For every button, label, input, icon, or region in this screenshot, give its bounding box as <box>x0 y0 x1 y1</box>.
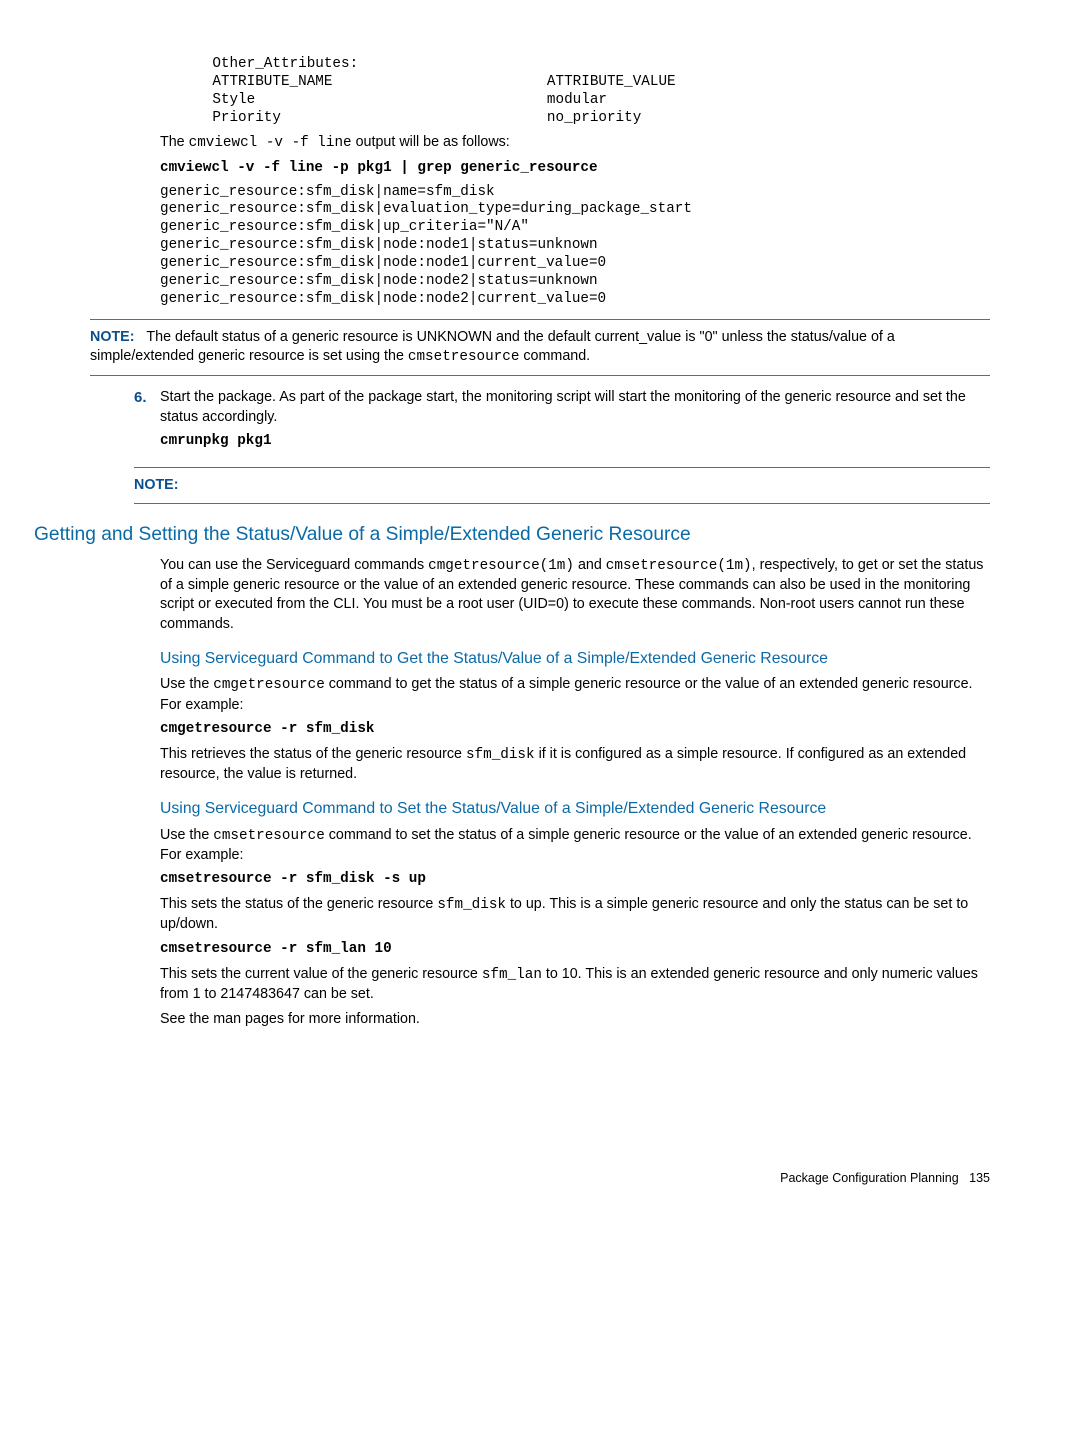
note-cmd: cmsetresource <box>408 349 520 365</box>
note-block-1: NOTE: The default status of a generic re… <box>90 319 990 377</box>
cmrunpkg-cmd: cmrunpkg pkg1 <box>160 433 980 451</box>
other-attributes-block: Other_Attributes: ATTRIBUTE_NAME ATTRIBU… <box>178 56 990 127</box>
footer-page: 135 <box>969 1171 990 1185</box>
cmviewcl-inline: cmviewcl -v -f line <box>189 135 352 151</box>
cmgetresource-cmd: cmgetresource -r sfm_disk <box>160 721 990 739</box>
set-paragraph-1: Use the cmsetresource command to set the… <box>160 826 990 866</box>
text-post: output will be as follows: <box>352 134 510 150</box>
get-paragraph-2: This retrieves the status of the generic… <box>160 745 990 785</box>
cmviewcl-intro: The cmviewcl -v -f line output will be a… <box>160 133 990 153</box>
cmgetresource-inline: cmgetresource <box>213 677 325 693</box>
note-text-2: command. <box>519 348 590 364</box>
step-text: Start the package. As part of the packag… <box>160 388 980 456</box>
subsection-get-heading: Using Serviceguard Command to Get the St… <box>160 648 990 669</box>
subsection-set-heading: Using Serviceguard Command to Set the St… <box>160 798 990 819</box>
sfm-lan-inline: sfm_lan <box>482 967 542 983</box>
set-paragraph-4: See the man pages for more information. <box>160 1010 990 1029</box>
cmsetresource-inline: cmsetresource <box>213 828 325 844</box>
section-heading: Getting and Setting the Status/Value of … <box>34 522 990 548</box>
note-block-2: NOTE: <box>134 467 990 504</box>
text-pre: The <box>160 134 189 150</box>
t: This sets the current value of the gener… <box>160 966 482 982</box>
cmviewcl-command: cmviewcl -v -f line -p pkg1 | grep gener… <box>160 160 990 178</box>
page-footer: Package Configuration Planning 135 <box>90 1170 990 1187</box>
t: This retrieves the status of the generic… <box>160 746 466 762</box>
t: Use the <box>160 827 213 843</box>
sfm-disk-inline: sfm_disk <box>466 747 535 763</box>
section-paragraph: You can use the Serviceguard commands cm… <box>160 556 990 634</box>
cmsetresource-cmd-2: cmsetresource -r sfm_lan 10 <box>160 941 990 959</box>
t: and <box>574 557 606 573</box>
set-paragraph-2: This sets the status of the generic reso… <box>160 895 990 935</box>
cmsetresource-man: cmsetresource(1m) <box>606 558 752 574</box>
note-label: NOTE: <box>90 329 134 345</box>
get-paragraph-1: Use the cmgetresource command to get the… <box>160 675 990 715</box>
step-number: 6. <box>134 388 156 408</box>
footer-text: Package Configuration Planning <box>780 1171 959 1185</box>
step-body: Start the package. As part of the packag… <box>160 389 966 424</box>
cmsetresource-cmd-1: cmsetresource -r sfm_disk -s up <box>160 871 990 889</box>
t: Use the <box>160 676 213 692</box>
set-paragraph-3: This sets the current value of the gener… <box>160 965 990 1005</box>
t: This sets the status of the generic reso… <box>160 896 437 912</box>
cmviewcl-output: generic_resource:sfm_disk|name=sfm_disk … <box>160 184 990 309</box>
t: You can use the Serviceguard commands <box>160 557 428 573</box>
note-label-2: NOTE: <box>134 477 178 493</box>
step-6-row: 6. Start the package. As part of the pac… <box>134 388 990 456</box>
sfm-disk-inline-2: sfm_disk <box>437 897 506 913</box>
cmgetresource-man: cmgetresource(1m) <box>428 558 574 574</box>
